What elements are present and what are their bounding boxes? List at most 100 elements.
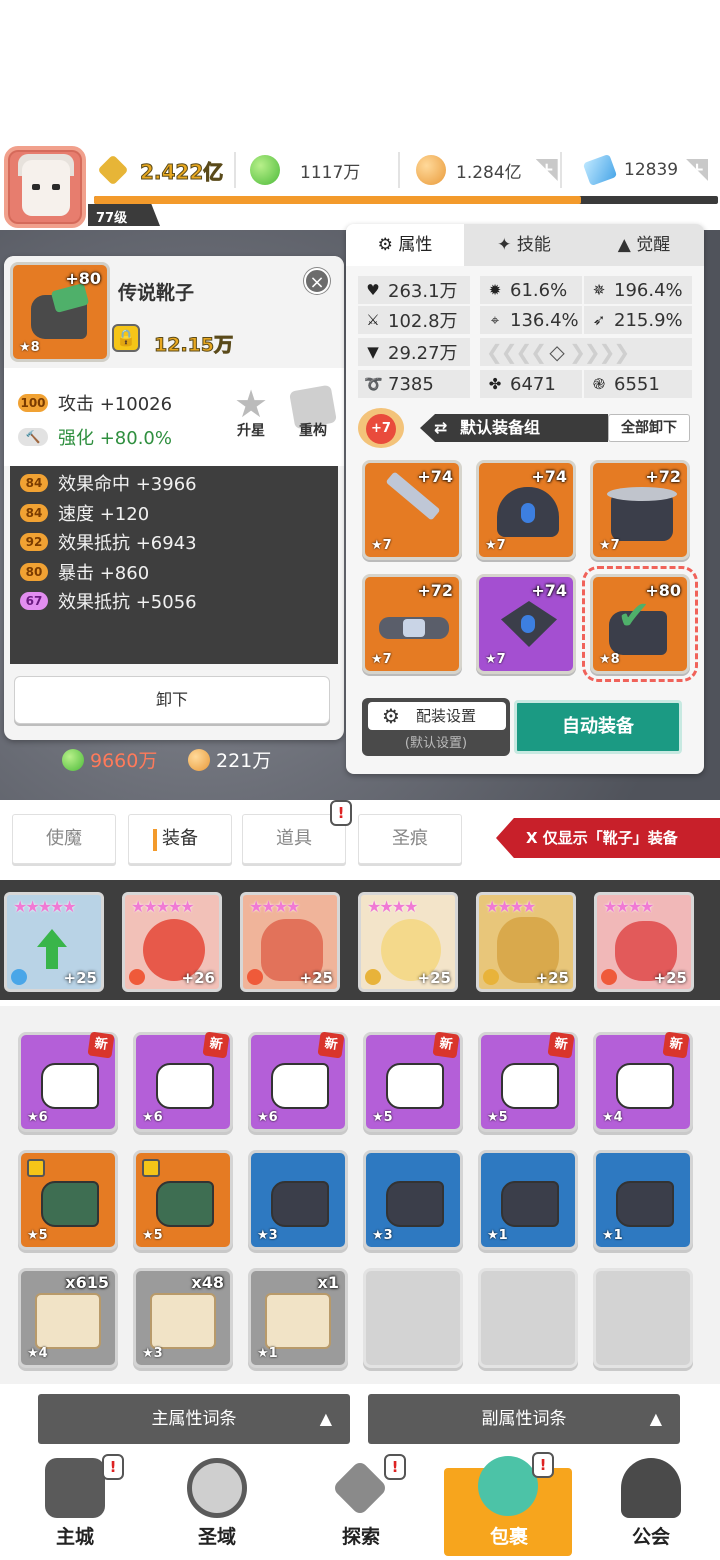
slot-star: ★8	[599, 652, 620, 667]
sub-stat-sort-label: 副属性词条	[481, 1409, 567, 1429]
substats-list: 84 效果命中 +3966 84 速度 +120 92 效果抵抗 +6943 8…	[10, 466, 338, 664]
add-gold-button[interactable]: +	[535, 159, 558, 181]
inventory-item[interactable]: ★3	[248, 1150, 348, 1250]
hero-card[interactable]: ★★★★ +25	[594, 892, 694, 992]
tab-stigmata[interactable]: 圣痕	[358, 814, 462, 864]
sub-stat-sort-button[interactable]: 副属性词条 ▲	[368, 1394, 680, 1444]
shield-icon: ▼	[367, 343, 379, 361]
inventory-item[interactable]: ★3 x48	[133, 1268, 233, 1368]
nav-explore[interactable]: 探索 !	[296, 1450, 426, 1556]
stat-speed-pct: ➶ 215.9%	[584, 306, 692, 334]
substat-level: 92	[20, 533, 48, 551]
item-star: ★4	[27, 1346, 48, 1361]
stat-resist: ✤ 6471	[480, 370, 582, 398]
inventory-item[interactable]: ★4 新	[593, 1031, 693, 1132]
item-icon: +80 ★8	[10, 262, 110, 362]
hero-card[interactable]: ★★★★ +25	[358, 892, 458, 992]
vortex-icon	[187, 1458, 247, 1518]
inventory-item[interactable]: ★6 新	[248, 1031, 348, 1132]
inventory-item[interactable]: ★5 新	[478, 1031, 578, 1132]
boot-icon	[271, 1063, 329, 1109]
sun-icon: ✵	[592, 281, 606, 299]
inventory-item[interactable]: ★5	[133, 1150, 233, 1250]
alert-icon: !	[384, 1454, 406, 1480]
nav-guild[interactable]: 公会	[586, 1450, 716, 1556]
inventory-item[interactable]: ★5 新	[363, 1031, 463, 1132]
nav-sanctuary[interactable]: 圣域	[152, 1450, 282, 1556]
inventory-item[interactable]: ★1 x1	[248, 1268, 348, 1368]
unequip-all-button[interactable]: 全部卸下	[608, 414, 690, 442]
equip-slot-weapon[interactable]: +74 ★7	[362, 460, 462, 560]
substat-row: 67 效果抵抗 +5056	[20, 588, 197, 614]
hero-card[interactable]: ★★★★★ +26	[122, 892, 222, 992]
auto-equip-button[interactable]: 自动装备	[514, 700, 682, 754]
stat-hp: ♥ 263.1万	[358, 276, 470, 304]
fire-element-icon	[129, 969, 145, 985]
add-diamond-button[interactable]: +	[686, 159, 709, 181]
diamond-value: 12839	[624, 160, 679, 180]
equip-slot-belt[interactable]: +72 ★7	[362, 574, 462, 674]
burst-icon: ✹	[488, 281, 502, 299]
boot-icon	[386, 1181, 444, 1227]
stat-crit-dmg: ✵ 196.4%	[584, 276, 692, 304]
nav-bag[interactable]: 包裹 !	[444, 1452, 572, 1556]
tab-familiars[interactable]: 使魔	[12, 814, 116, 864]
equip-slot-boots[interactable]: ✔ +80 ★8	[582, 566, 698, 682]
equip-slot-helmet[interactable]: +74 ★7	[476, 460, 576, 560]
avatar-eye	[52, 184, 60, 190]
locked-stat-slot: ❮❮❮❮ ◇ ❯❯❯❯	[480, 338, 692, 366]
nav-main-city[interactable]: 主城 !	[10, 1450, 140, 1556]
hero-stars: ★★★★	[249, 897, 300, 916]
hero-card[interactable]: ★★★★★ +25	[4, 892, 104, 992]
heart-icon: ♥	[366, 281, 380, 299]
inventory-item[interactable]: ★5	[18, 1150, 118, 1250]
inventory-item[interactable]: ★6 新	[133, 1031, 233, 1132]
new-badge: 新	[317, 1031, 345, 1059]
crosshair-icon: ⌖	[490, 311, 500, 329]
close-button[interactable]: ×	[304, 268, 330, 294]
substat-row: 84 效果命中 +3966	[20, 470, 197, 496]
warning-icon: ◇	[549, 340, 565, 364]
enhance-text: 强化 +80.0%	[58, 428, 172, 449]
tab-equipment[interactable]: 装备	[128, 814, 232, 864]
divider	[398, 152, 400, 188]
new-badge: 新	[87, 1031, 115, 1059]
item-star: ★4	[602, 1110, 623, 1125]
tab-attributes-label: 属性	[398, 235, 433, 255]
light-element-icon	[483, 969, 499, 985]
inventory-empty-slot	[593, 1268, 693, 1368]
green-gem-icon	[250, 155, 280, 185]
equip-slot-armor[interactable]: +72 ★7	[590, 460, 690, 560]
lock-icon	[142, 1159, 160, 1177]
main-stat-sort-button[interactable]: 主属性词条 ▲	[38, 1394, 350, 1444]
inventory-item[interactable]: ★6 新	[18, 1031, 118, 1132]
tab-awaken[interactable]: ▲ 觉醒	[584, 224, 704, 266]
player-avatar[interactable]	[4, 146, 86, 228]
hero-card[interactable]: ★★★★ +25	[476, 892, 576, 992]
hero-stars: ★★★★	[485, 897, 536, 916]
boot-icon	[156, 1181, 214, 1227]
hero-level: +25	[535, 969, 569, 987]
inventory-item[interactable]: ★1	[478, 1150, 578, 1250]
fire-element-icon	[247, 969, 263, 985]
alert-icon: !	[330, 800, 352, 826]
hero-card[interactable]: ★★★★ +25	[240, 892, 340, 992]
main-stat-row: 100 攻击 +10026	[18, 390, 172, 416]
substat-level: 84	[20, 504, 48, 522]
stat-spd: ➰ 7385	[358, 370, 470, 398]
inventory-item[interactable]: ★1	[593, 1150, 693, 1250]
inventory-item[interactable]: ★3	[363, 1150, 463, 1250]
lock-icon[interactable]: 🔒	[112, 324, 140, 352]
unequip-button[interactable]: 卸下	[14, 676, 330, 724]
upgrade-star-label: 升星	[237, 423, 265, 439]
tab-skills[interactable]: ✦ 技能	[464, 224, 584, 266]
inventory-item[interactable]: ★4 x615	[18, 1268, 118, 1368]
tab-attributes[interactable]: ⚙ 属性	[346, 224, 464, 266]
boots-filter-banner[interactable]: X 仅显示「靴子」装备	[496, 818, 720, 858]
slot-star: ★7	[599, 538, 620, 553]
item-power: 12.15万	[153, 334, 234, 357]
equip-slot-amulet[interactable]: +74 ★7	[476, 574, 576, 674]
swap-icon: ⇄	[434, 418, 448, 437]
helmet-icon	[621, 1458, 681, 1518]
equipment-set-selector[interactable]: ⇄ 默认装备组	[420, 414, 608, 442]
